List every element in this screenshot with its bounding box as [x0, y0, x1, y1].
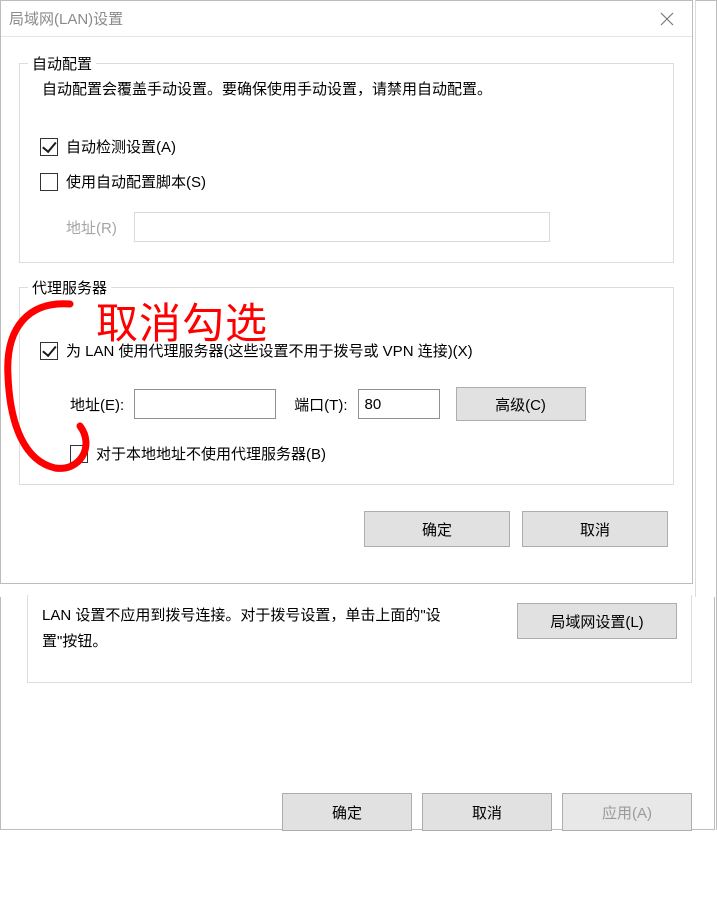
dialog-title: 局域网(LAN)设置 — [9, 8, 123, 29]
parent-lan-group: LAN 设置不应用到拨号连接。对于拨号设置，单击上面的"设置"按钮。 局域网设置… — [27, 595, 692, 683]
auto-detect-checkbox[interactable] — [40, 138, 58, 156]
auto-config-group: 自动配置 自动配置会覆盖手动设置。要确保使用手动设置，请禁用自动配置。 自动检测… — [19, 63, 674, 263]
parent-ok-button[interactable]: 确定 — [282, 793, 412, 831]
lan-settings-button[interactable]: 局域网设置(L) — [517, 603, 677, 639]
parent-cancel-button[interactable]: 取消 — [422, 793, 552, 831]
close-button[interactable] — [642, 1, 692, 37]
auto-detect-row[interactable]: 自动检测设置(A) — [40, 136, 659, 157]
parent-apply-button: 应用(A) — [562, 793, 692, 831]
bypass-local-row[interactable]: 对于本地地址不使用代理服务器(B) — [70, 443, 659, 464]
use-proxy-label: 为 LAN 使用代理服务器(这些设置不用于拨号或 VPN 连接)(X) — [66, 340, 473, 361]
script-address-row: 地址(R) — [66, 212, 659, 242]
proxy-title: 代理服务器 — [28, 277, 111, 298]
proxy-address-input[interactable] — [134, 389, 276, 419]
dialog-button-row: 确定 取消 — [19, 485, 674, 565]
script-address-label: 地址(R) — [66, 217, 134, 238]
close-icon — [660, 12, 674, 26]
lan-settings-dialog: 局域网(LAN)设置 自动配置 自动配置会覆盖手动设置。要确保使用手动设置，请禁… — [0, 0, 693, 584]
auto-detect-label: 自动检测设置(A) — [66, 136, 176, 157]
auto-config-title: 自动配置 — [28, 53, 96, 74]
auto-config-desc: 自动配置会覆盖手动设置。要确保使用手动设置，请禁用自动配置。 — [42, 78, 655, 102]
parent-lan-desc: LAN 设置不应用到拨号连接。对于拨号设置，单击上面的"设置"按钮。 — [42, 603, 472, 654]
ok-button[interactable]: 确定 — [364, 511, 510, 547]
auto-script-row[interactable]: 使用自动配置脚本(S) — [40, 171, 659, 192]
proxy-group: 代理服务器 为 LAN 使用代理服务器(这些设置不用于拨号或 VPN 连接)(X… — [19, 287, 674, 485]
bypass-local-checkbox[interactable] — [70, 445, 88, 463]
proxy-port-input[interactable] — [358, 389, 440, 419]
advanced-button[interactable]: 高级(C) — [456, 387, 586, 421]
proxy-address-row: 地址(E): 端口(T): 高级(C) — [70, 387, 659, 421]
bypass-local-label: 对于本地地址不使用代理服务器(B) — [96, 443, 326, 464]
parent-dialog-body: LAN 设置不应用到拨号连接。对于拨号设置，单击上面的"设置"按钮。 局域网设置… — [0, 597, 715, 830]
auto-script-checkbox[interactable] — [40, 173, 58, 191]
use-proxy-checkbox[interactable] — [40, 342, 58, 360]
parent-button-row: 确定 取消 应用(A) — [27, 683, 692, 831]
proxy-address-label: 地址(E): — [70, 394, 124, 415]
cancel-button[interactable]: 取消 — [522, 511, 668, 547]
script-address-input — [134, 212, 550, 242]
titlebar: 局域网(LAN)设置 — [1, 1, 692, 37]
use-proxy-row[interactable]: 为 LAN 使用代理服务器(这些设置不用于拨号或 VPN 连接)(X) — [40, 340, 659, 361]
proxy-port-label: 端口(T): — [294, 394, 347, 415]
auto-script-label: 使用自动配置脚本(S) — [66, 171, 206, 192]
